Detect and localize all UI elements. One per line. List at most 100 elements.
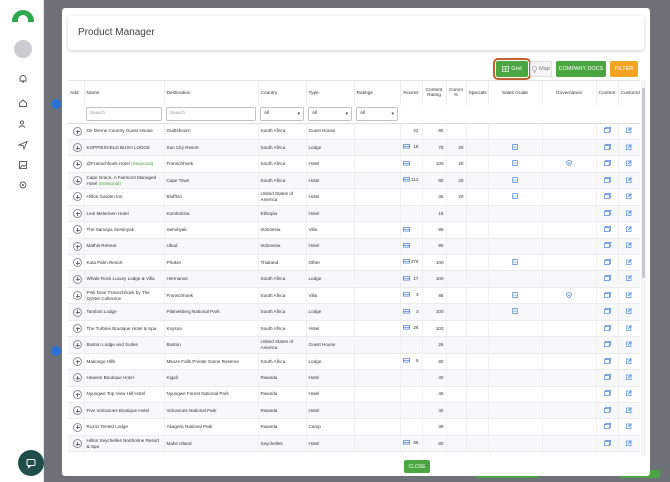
column-header-ratings[interactable]: Ratings bbox=[354, 81, 401, 105]
edit-icon[interactable] bbox=[626, 440, 632, 446]
column-header-destination[interactable]: Destination bbox=[164, 81, 259, 105]
edit-icon[interactable] bbox=[626, 374, 632, 380]
column-header-sales-guide[interactable]: Sales Guide bbox=[488, 81, 543, 105]
content-images-icon[interactable] bbox=[603, 226, 611, 232]
product-name[interactable]: Cape Grace, A Fairmont Managed Hotel bbox=[87, 175, 157, 186]
table-row[interactable]: Tamboti Lodge Pilanesberg National Park … bbox=[68, 303, 640, 321]
sales-guide-icon[interactable] bbox=[512, 176, 518, 183]
product-name[interactable]: Whale Rock Luxury Lodge & Villa bbox=[87, 276, 155, 281]
filter-button[interactable]: FILTER bbox=[610, 61, 638, 77]
edit-icon[interactable] bbox=[626, 127, 632, 134]
table-row[interactable]: De Denne Country Guest House Oudtshoorn … bbox=[68, 123, 640, 140]
table-row[interactable]: Leul Melennen Hotel Kombolcha Ethiopia H… bbox=[68, 205, 640, 223]
product-name-cell[interactable]: Hilton Seychelles Northolme Resort & Spa bbox=[84, 435, 165, 453]
product-name[interactable]: Hilton Garden Inn bbox=[87, 194, 123, 199]
add-circle-icon[interactable] bbox=[73, 176, 82, 186]
column-header-country[interactable]: Country bbox=[258, 81, 307, 105]
table-row[interactable]: Mathis Retreat Ubud Indonesia Hotel 90 bbox=[68, 238, 640, 256]
content-images-icon[interactable] bbox=[603, 242, 611, 249]
edit-icon[interactable] bbox=[626, 390, 632, 397]
close-button[interactable]: CLOSE bbox=[404, 460, 430, 473]
add-circle-icon[interactable] bbox=[73, 323, 82, 333]
column-header-customize[interactable]: Customize bbox=[618, 81, 640, 105]
edit-icon[interactable] bbox=[626, 308, 632, 315]
content-images-icon[interactable] bbox=[603, 374, 611, 380]
product-name-cell[interactable]: Pink Door Franschhoek by The Oyster Coll… bbox=[84, 287, 165, 305]
sales-guide-icon[interactable] bbox=[512, 259, 518, 265]
content-images-icon[interactable] bbox=[603, 259, 611, 265]
product-name-cell[interactable]: KOPPIESVELD BUSH LODGE bbox=[84, 139, 165, 157]
edit-icon[interactable] bbox=[626, 193, 632, 200]
product-name-cell[interactable]: Whale Rock Luxury Lodge & Villa bbox=[84, 270, 165, 288]
sales-guide-icon[interactable] bbox=[512, 160, 518, 167]
product-name[interactable]: Boston Lodge and Suites bbox=[87, 342, 138, 347]
table-row[interactable]: Pink Door Franschhoek by The Oyster Coll… bbox=[68, 287, 640, 305]
column-header-comm[interactable]: Comm % bbox=[446, 81, 467, 105]
table-row[interactable]: KOPPIESVELD BUSH LODGE Sun City Resort S… bbox=[68, 139, 640, 157]
table-row[interactable]: Cape Grace, A Fairmont Managed Hotel (Se… bbox=[68, 172, 640, 190]
table-row[interactable]: Hilton Garden Inn Bluffton United States… bbox=[68, 188, 640, 206]
table-row[interactable]: @Franschhoek Hotel (Seasonal) Franschhoe… bbox=[68, 155, 640, 173]
product-name-cell[interactable]: The Turbine Boutique Hotel & Spa bbox=[84, 320, 165, 338]
add-circle-icon[interactable] bbox=[73, 274, 82, 284]
add-circle-icon[interactable] bbox=[73, 373, 82, 383]
table-row[interactable]: Makongo Hills Mkuze Falls Private Game R… bbox=[68, 353, 640, 371]
add-circle-icon[interactable] bbox=[73, 422, 82, 432]
company-docs-button[interactable]: COMPANY DOCS bbox=[556, 61, 606, 77]
edit-icon[interactable] bbox=[626, 324, 632, 331]
product-name[interactable]: The Turbine Boutique Hotel & Spa bbox=[87, 326, 157, 331]
product-name-cell[interactable]: Tamboti Lodge bbox=[84, 303, 165, 321]
product-name-cell[interactable]: Ruzizi Tented Lodge bbox=[84, 418, 165, 436]
product-name-cell[interactable]: De Denne Country Guest House bbox=[84, 123, 165, 140]
edit-icon[interactable] bbox=[626, 357, 632, 364]
product-name[interactable]: Ruzizi Tented Lodge bbox=[87, 424, 129, 429]
product-name-cell[interactable]: @Franschhoek Hotel (Seasonal) bbox=[84, 155, 165, 173]
content-images-icon[interactable] bbox=[603, 160, 611, 167]
column-header-governance[interactable]: Governance bbox=[542, 81, 597, 105]
scrollbar-thumb[interactable] bbox=[642, 88, 645, 278]
table-row[interactable]: Five Volcanoes Boutique Hotel Volcanoes … bbox=[68, 402, 640, 420]
column-header-name[interactable]: Name bbox=[84, 81, 165, 105]
users-icon[interactable] bbox=[14, 115, 32, 133]
product-name[interactable]: KOPPIESVELD BUSH LODGE bbox=[87, 145, 151, 150]
add-circle-icon[interactable] bbox=[73, 356, 82, 366]
content-images-icon[interactable] bbox=[603, 127, 611, 134]
add-circle-icon[interactable] bbox=[73, 291, 82, 301]
add-circle-icon[interactable] bbox=[73, 439, 82, 449]
content-images-icon[interactable] bbox=[603, 275, 611, 282]
edit-icon[interactable] bbox=[626, 226, 632, 232]
ratings-select[interactable]: All ▾ bbox=[356, 106, 398, 121]
sales-guide-icon[interactable] bbox=[512, 193, 518, 200]
add-circle-icon[interactable] bbox=[73, 208, 82, 218]
content-images-icon[interactable] bbox=[603, 291, 611, 298]
product-name-cell[interactable]: Leul Melennen Hotel bbox=[84, 205, 165, 223]
grid-view-button[interactable]: Grid bbox=[493, 58, 531, 80]
edit-icon[interactable] bbox=[626, 341, 632, 347]
table-row[interactable]: Boston Lodge and Suites Boston United St… bbox=[68, 336, 640, 354]
type-select[interactable]: All ▾ bbox=[308, 106, 352, 121]
add-circle-icon[interactable] bbox=[73, 225, 82, 235]
content-images-icon[interactable] bbox=[603, 143, 611, 150]
table-row[interactable]: Kata Palm Resort Phuket Thailand Other 2… bbox=[68, 254, 640, 272]
table-row[interactable]: The Turbine Boutique Hotel & Spa Knysna … bbox=[68, 320, 640, 338]
table-row[interactable]: The Samaya Seminyak Seminyak Indonesia V… bbox=[68, 221, 640, 239]
content-images-icon[interactable] bbox=[603, 390, 611, 397]
add-circle-icon[interactable] bbox=[73, 192, 82, 202]
add-circle-icon[interactable] bbox=[73, 406, 82, 416]
avatar[interactable] bbox=[14, 40, 32, 58]
add-circle-icon[interactable] bbox=[73, 389, 82, 399]
content-images-icon[interactable] bbox=[603, 406, 611, 413]
product-name-cell[interactable]: Mathis Retreat bbox=[84, 238, 165, 256]
table-row[interactable]: Heaven Boutique Hotel Kigali Rwanda Hote… bbox=[68, 369, 640, 387]
content-images-icon[interactable] bbox=[603, 176, 611, 183]
sales-guide-icon[interactable] bbox=[512, 291, 518, 298]
add-circle-icon[interactable] bbox=[73, 258, 82, 268]
sales-guide-icon[interactable] bbox=[512, 308, 518, 315]
product-name-cell[interactable]: Makongo Hills bbox=[84, 353, 165, 371]
content-images-icon[interactable] bbox=[603, 357, 611, 364]
edit-icon[interactable] bbox=[626, 242, 632, 249]
edit-icon[interactable] bbox=[626, 423, 632, 430]
shield-icon[interactable] bbox=[566, 291, 572, 298]
product-name-cell[interactable]: Kata Palm Resort bbox=[84, 254, 165, 272]
product-name[interactable]: Pink Door Franschhoek by The Oyster Coll… bbox=[87, 290, 150, 301]
